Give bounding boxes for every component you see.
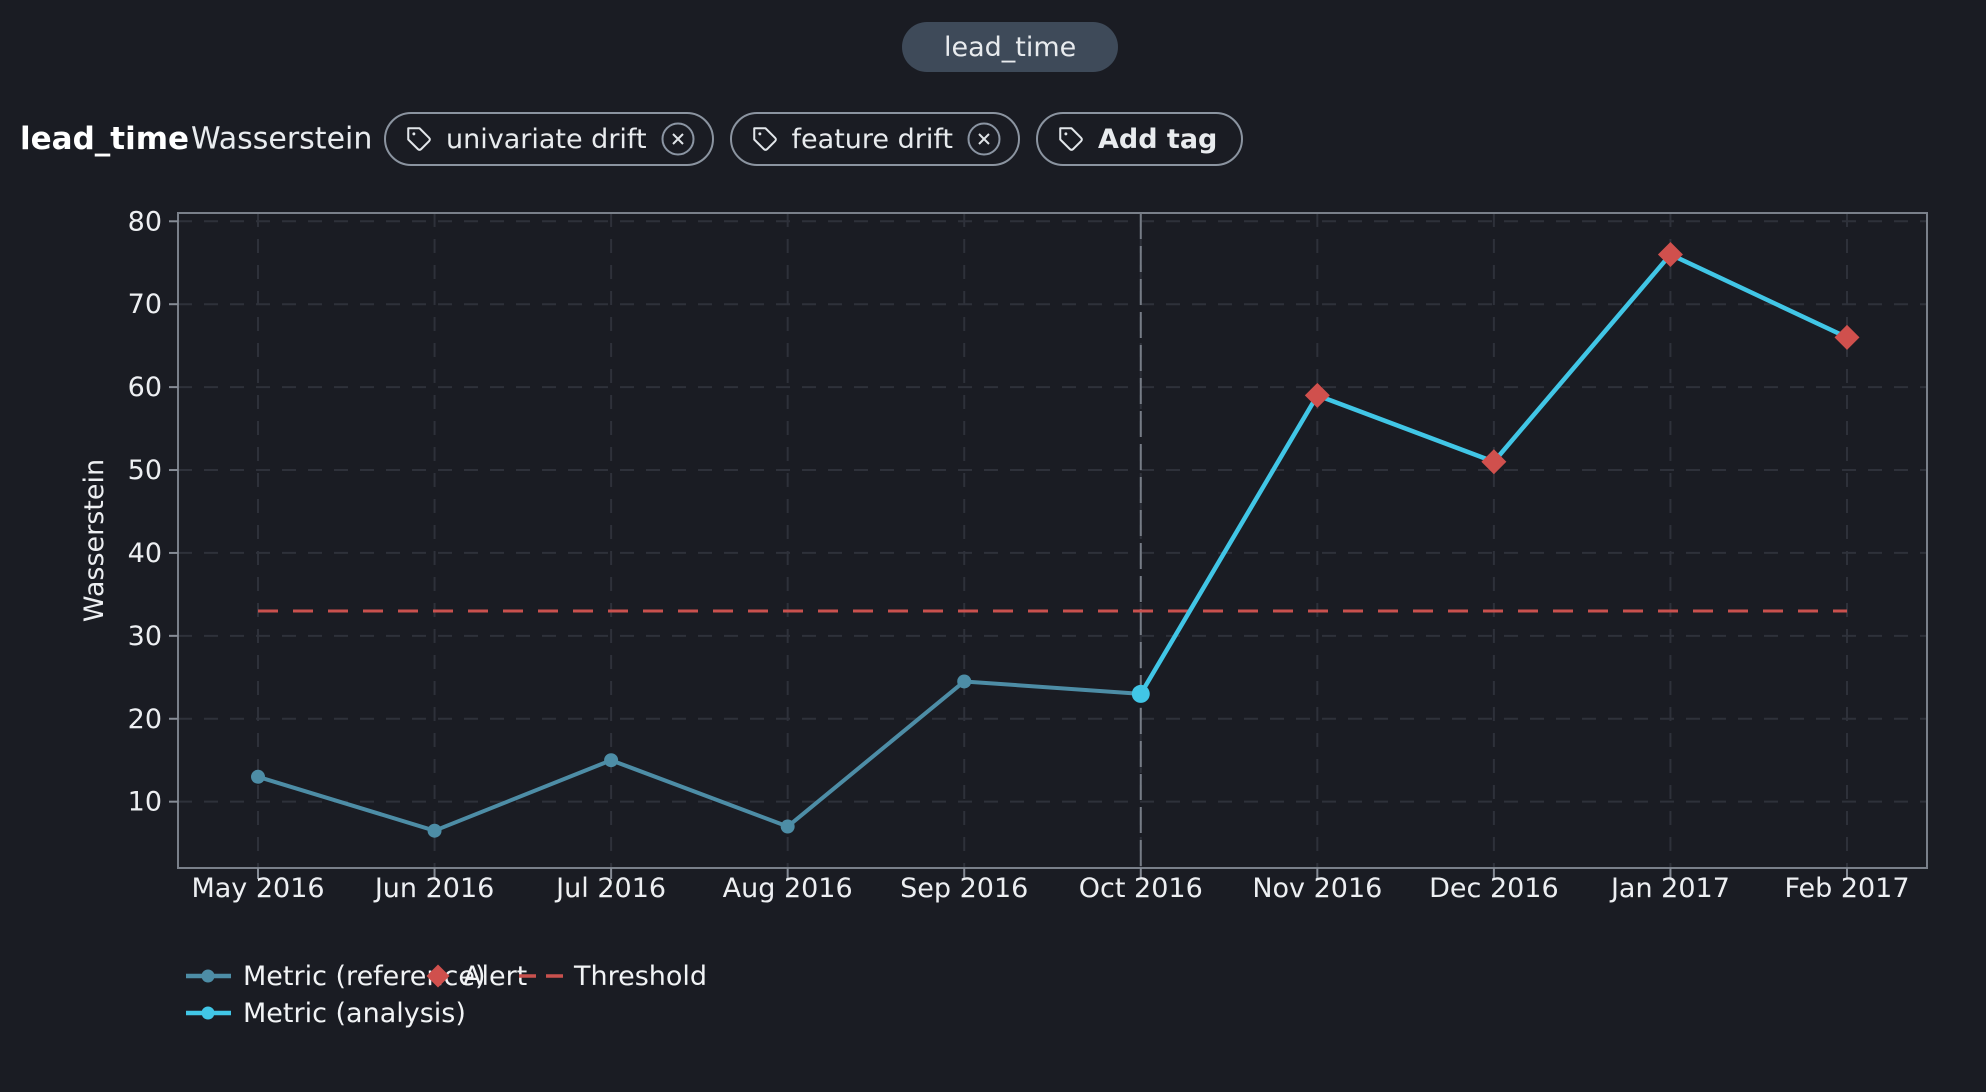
y-tick-label: 60 <box>128 372 162 403</box>
x-tick-label: Jul 2016 <box>554 873 666 904</box>
data-point-reference[interactable] <box>957 674 971 688</box>
legend-item-threshold[interactable]: Threshold <box>519 960 707 992</box>
y-tick-label: 20 <box>128 704 162 735</box>
legend-label: Metric (analysis) <box>243 998 466 1029</box>
x-tick-label: Oct 2016 <box>1079 873 1203 904</box>
x-tick-label: May 2016 <box>191 873 324 904</box>
series-line-reference <box>258 681 1141 830</box>
univariate-drift-screen: lead_time lead_time Wasserstein univaria… <box>0 0 1986 1092</box>
y-axis-title: Wasserstein <box>79 459 110 622</box>
y-tick-label: 50 <box>128 455 162 486</box>
y-tick-label: 70 <box>128 289 162 320</box>
analysis-line-swatch <box>185 1003 232 1023</box>
x-tick-label: Nov 2016 <box>1252 873 1382 904</box>
x-tick-label: Aug 2016 <box>723 873 853 904</box>
reference-line-swatch <box>185 966 232 986</box>
x-tick-label: Sep 2016 <box>900 873 1028 904</box>
x-tick-label: Jun 2016 <box>373 873 494 904</box>
alert-diamond-swatch <box>424 962 452 990</box>
legend-label: Threshold <box>574 961 707 992</box>
drift-chart: 10 20 30 40 50 60 70 80 May 2016 Jun 2016 Jul 2016… <box>0 0 1986 1092</box>
data-point-reference[interactable] <box>251 770 265 784</box>
threshold-dash-swatch <box>519 966 563 986</box>
y-tick-label: 80 <box>128 206 162 237</box>
data-point-reference[interactable] <box>428 824 442 838</box>
x-tick-label: Feb 2017 <box>1784 873 1909 904</box>
alert-marker[interactable] <box>1835 325 1860 350</box>
gridlines <box>178 213 1927 868</box>
data-point-reference[interactable] <box>604 753 618 767</box>
data-point-reference[interactable] <box>781 820 795 834</box>
y-tick-label: 30 <box>128 621 162 652</box>
y-tick-label: 40 <box>128 538 162 569</box>
legend-label: Alert <box>463 961 527 992</box>
y-tick-label: 10 <box>128 787 162 818</box>
x-tick-label: Dec 2016 <box>1429 873 1559 904</box>
x-tick-label: Jan 2017 <box>1609 873 1730 904</box>
plot-frame <box>178 213 1927 868</box>
legend-item-alert[interactable]: Alert <box>424 960 527 992</box>
data-point-analysis[interactable] <box>1132 685 1150 703</box>
legend-item-metric-analysis[interactable]: Metric (analysis) <box>185 997 466 1029</box>
axes: 10 20 30 40 50 60 70 80 May 2016 Jun 2016 Jul 2016… <box>79 206 1910 904</box>
